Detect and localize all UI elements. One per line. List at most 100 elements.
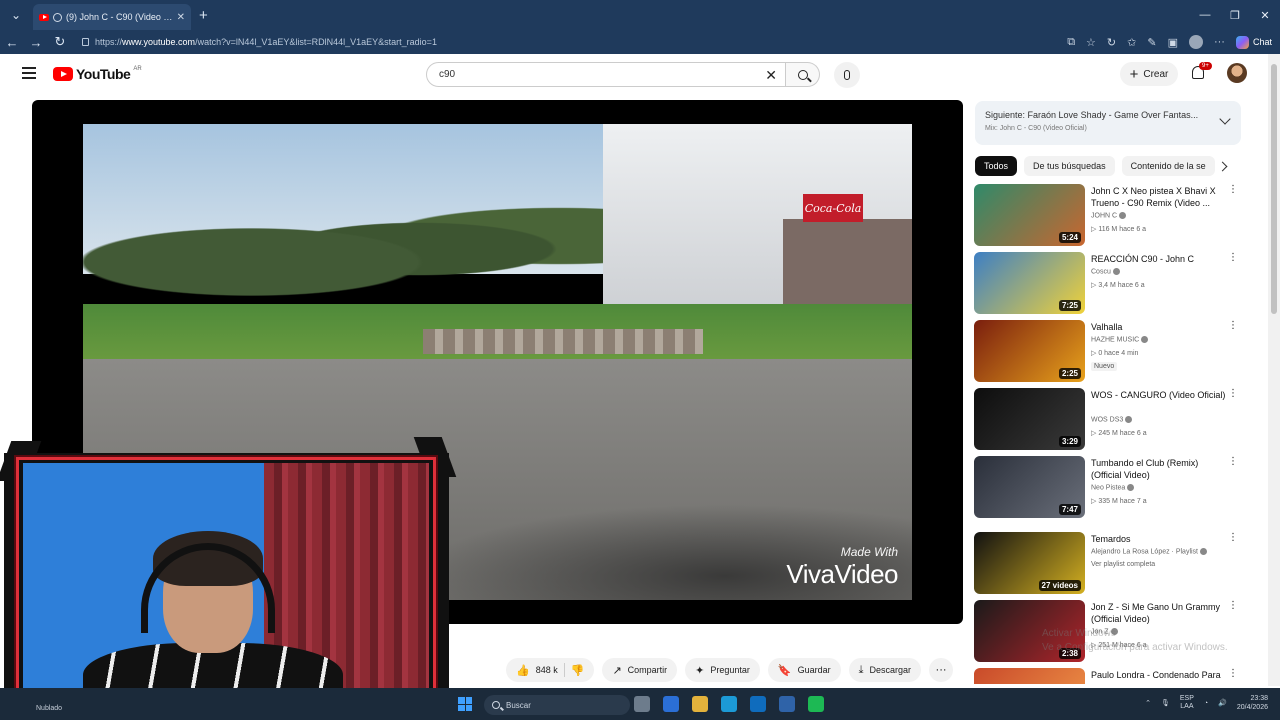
- profile-avatar[interactable]: [1188, 35, 1203, 49]
- widgets-icon[interactable]: [663, 696, 679, 712]
- collections-icon[interactable]: ▣: [1168, 36, 1178, 49]
- more-options-icon[interactable]: ⋮: [1228, 320, 1238, 331]
- task-view-icon[interactable]: [634, 696, 650, 712]
- voice-search-button[interactable]: [834, 62, 860, 88]
- video-thumbnail[interactable]: 3:29: [974, 388, 1085, 450]
- channel-name[interactable]: JOHN C: [1091, 212, 1127, 219]
- video-thumbnail[interactable]: [974, 668, 1085, 684]
- more-options-icon[interactable]: ⋮: [1228, 184, 1238, 195]
- account-avatar[interactable]: [1227, 63, 1247, 83]
- channel-name[interactable]: Coscu: [1091, 268, 1120, 275]
- channel-name[interactable]: Neo Pistea: [1091, 484, 1135, 491]
- more-options-icon[interactable]: ⋮: [1228, 388, 1238, 399]
- more-options-icon[interactable]: ⋮: [1228, 668, 1238, 679]
- microphone-tray-icon[interactable]: 🎙: [1161, 699, 1170, 707]
- page-scrollbar[interactable]: [1268, 54, 1280, 686]
- recommendation-title[interactable]: Tumbando el Club (Remix) (Official Video…: [1091, 457, 1229, 481]
- outlook-icon[interactable]: [750, 696, 766, 712]
- share-button[interactable]: ↗ Compartir: [602, 658, 678, 682]
- weather-label[interactable]: Nublado: [36, 705, 62, 712]
- recommendation-item[interactable]: 2:25 Valhalla HAZHE MUSIC ▷ 0 hace 4 min Nue…: [974, 320, 1249, 384]
- store-icon[interactable]: [779, 696, 795, 712]
- download-button[interactable]: ⤓ Descargar: [848, 658, 922, 682]
- recommendation-title[interactable]: John C X Neo pistea X Bhavi X Trueno - C…: [1091, 185, 1229, 209]
- app-icon[interactable]: [808, 696, 824, 712]
- menu-icon[interactable]: [22, 67, 36, 79]
- forward-icon[interactable]: →: [24, 35, 48, 50]
- chevron-down-icon[interactable]: [1219, 113, 1231, 125]
- recommendation-item[interactable]: 7:25 REACCIÓN C90 - John C Coscu ▷ 3,4 M ha…: [974, 252, 1249, 316]
- split-screen-icon[interactable]: ⧉: [1067, 36, 1075, 49]
- recommendation-title[interactable]: Paulo Londra - Condenado Para: [1091, 669, 1229, 681]
- favorites-icon[interactable]: ✩: [1127, 36, 1136, 49]
- minimize-icon[interactable]: —: [1190, 0, 1220, 30]
- video-thumbnail[interactable]: 27 videos: [974, 532, 1085, 594]
- create-button[interactable]: + Crear: [1120, 62, 1178, 86]
- chip-related-content[interactable]: Contenido de la se: [1121, 156, 1215, 176]
- recommendation-title[interactable]: Valhalla: [1091, 321, 1229, 333]
- channel-name[interactable]: HAZHE MUSIC: [1091, 336, 1149, 343]
- refresh-icon[interactable]: ↻: [48, 34, 72, 50]
- clear-search-icon[interactable]: ✕: [765, 67, 777, 84]
- browser-tab-youtube[interactable]: (9) John C - C90 (Video Oficia ✕: [33, 4, 191, 30]
- clock[interactable]: 23:38 20/4/2026: [1237, 694, 1268, 712]
- favorite-star-icon[interactable]: ☆: [1086, 36, 1096, 49]
- language-indicator[interactable]: ESP LAA: [1180, 695, 1194, 711]
- video-thumbnail[interactable]: 7:47: [974, 456, 1085, 518]
- tab-list-icon[interactable]: ⌄: [5, 4, 27, 26]
- recommendation-title[interactable]: Temardos: [1091, 533, 1229, 545]
- chip-from-searches[interactable]: De tus búsquedas: [1024, 156, 1115, 176]
- close-window-icon[interactable]: ✕: [1250, 0, 1280, 30]
- recommendation-item[interactable]: 27 videos Temardos Alejandro La Rosa López…: [974, 532, 1249, 596]
- channel-name[interactable]: Alejandro La Rosa López · Playlist: [1091, 548, 1208, 555]
- recommendation-item[interactable]: 3:29 WOS - CANGURO (Video Oficial) WOS DS3…: [974, 388, 1249, 452]
- back-icon[interactable]: ←: [0, 35, 24, 50]
- more-actions-icon[interactable]: ···: [929, 658, 954, 682]
- duration-badge: 27 videos: [1038, 580, 1081, 591]
- windows-start-icon[interactable]: [458, 697, 472, 711]
- more-options-icon[interactable]: ⋮: [1228, 600, 1238, 611]
- taskbar-search[interactable]: Buscar: [484, 695, 630, 715]
- more-options-icon[interactable]: ⋮: [1228, 456, 1238, 467]
- search-button[interactable]: [786, 62, 820, 87]
- recommendation-title[interactable]: WOS - CANGURO (Video Oficial): [1091, 389, 1229, 401]
- video-thumbnail[interactable]: 7:25: [974, 252, 1085, 314]
- wifi-icon[interactable]: ◔: [1204, 700, 1208, 707]
- recommendation-item[interactable]: 5:24 John C X Neo pistea X Bhavi X Trueno…: [974, 184, 1249, 248]
- taskbar-apps: [634, 696, 824, 712]
- copilot-chat-button[interactable]: Chat: [1235, 35, 1272, 49]
- edge-icon[interactable]: [721, 696, 737, 712]
- audio-playing-icon[interactable]: [53, 12, 62, 22]
- volume-icon[interactable]: 🔊: [1218, 699, 1227, 707]
- extensions-icon[interactable]: ✎: [1147, 36, 1156, 49]
- ask-button[interactable]: ✦ Preguntar: [685, 658, 760, 682]
- recommendation-item[interactable]: 7:47 Tumbando el Club (Remix) (Official V…: [974, 456, 1249, 520]
- more-options-icon[interactable]: ⋮: [1228, 532, 1238, 543]
- search-input[interactable]: c90 ✕: [426, 62, 786, 87]
- chip-all[interactable]: Todos: [975, 156, 1018, 176]
- scrollbar-thumb[interactable]: [1271, 64, 1277, 314]
- verified-icon: [1112, 268, 1120, 275]
- like-button[interactable]: 👍 848 k 👎: [506, 658, 595, 682]
- url-field[interactable]: https://www.youtube.com/watch?v=lN44l_V1…: [78, 32, 1028, 52]
- youtube-header: YouTube AR c90 ✕ + Crear 9+: [0, 54, 1268, 94]
- tray-overflow-icon[interactable]: ⌃: [1145, 699, 1151, 707]
- video-thumbnail[interactable]: 2:25: [974, 320, 1085, 382]
- more-options-icon[interactable]: ⋮: [1228, 252, 1238, 263]
- filter-chips: Todos De tus búsquedas Contenido de la s…: [975, 156, 1237, 176]
- channel-name[interactable]: WOS DS3: [1091, 416, 1133, 423]
- recommendation-title[interactable]: Jon Z - Si Me Gano Un Grammy (Official V…: [1091, 601, 1229, 625]
- recommendation-title[interactable]: REACCIÓN C90 - John C: [1091, 253, 1229, 265]
- up-next-card[interactable]: Siguiente: Faraón Love Shady - Game Over…: [975, 101, 1241, 145]
- reading-icon[interactable]: ↻: [1107, 36, 1116, 49]
- close-tab-icon[interactable]: ✕: [177, 12, 185, 23]
- restore-icon[interactable]: ❐: [1220, 0, 1250, 30]
- file-explorer-icon[interactable]: [692, 696, 708, 712]
- save-button[interactable]: 🔖 Guardar: [767, 658, 841, 682]
- more-menu-icon[interactable]: ···: [1214, 36, 1225, 48]
- video-thumbnail[interactable]: 5:24: [974, 184, 1085, 246]
- recommendation-item[interactable]: Paulo Londra - Condenado Para ⋮: [974, 668, 1249, 684]
- thumbs-down-icon[interactable]: 👎: [571, 664, 585, 677]
- youtube-logo[interactable]: YouTube AR: [53, 66, 142, 82]
- new-tab-icon[interactable]: +: [199, 7, 208, 24]
